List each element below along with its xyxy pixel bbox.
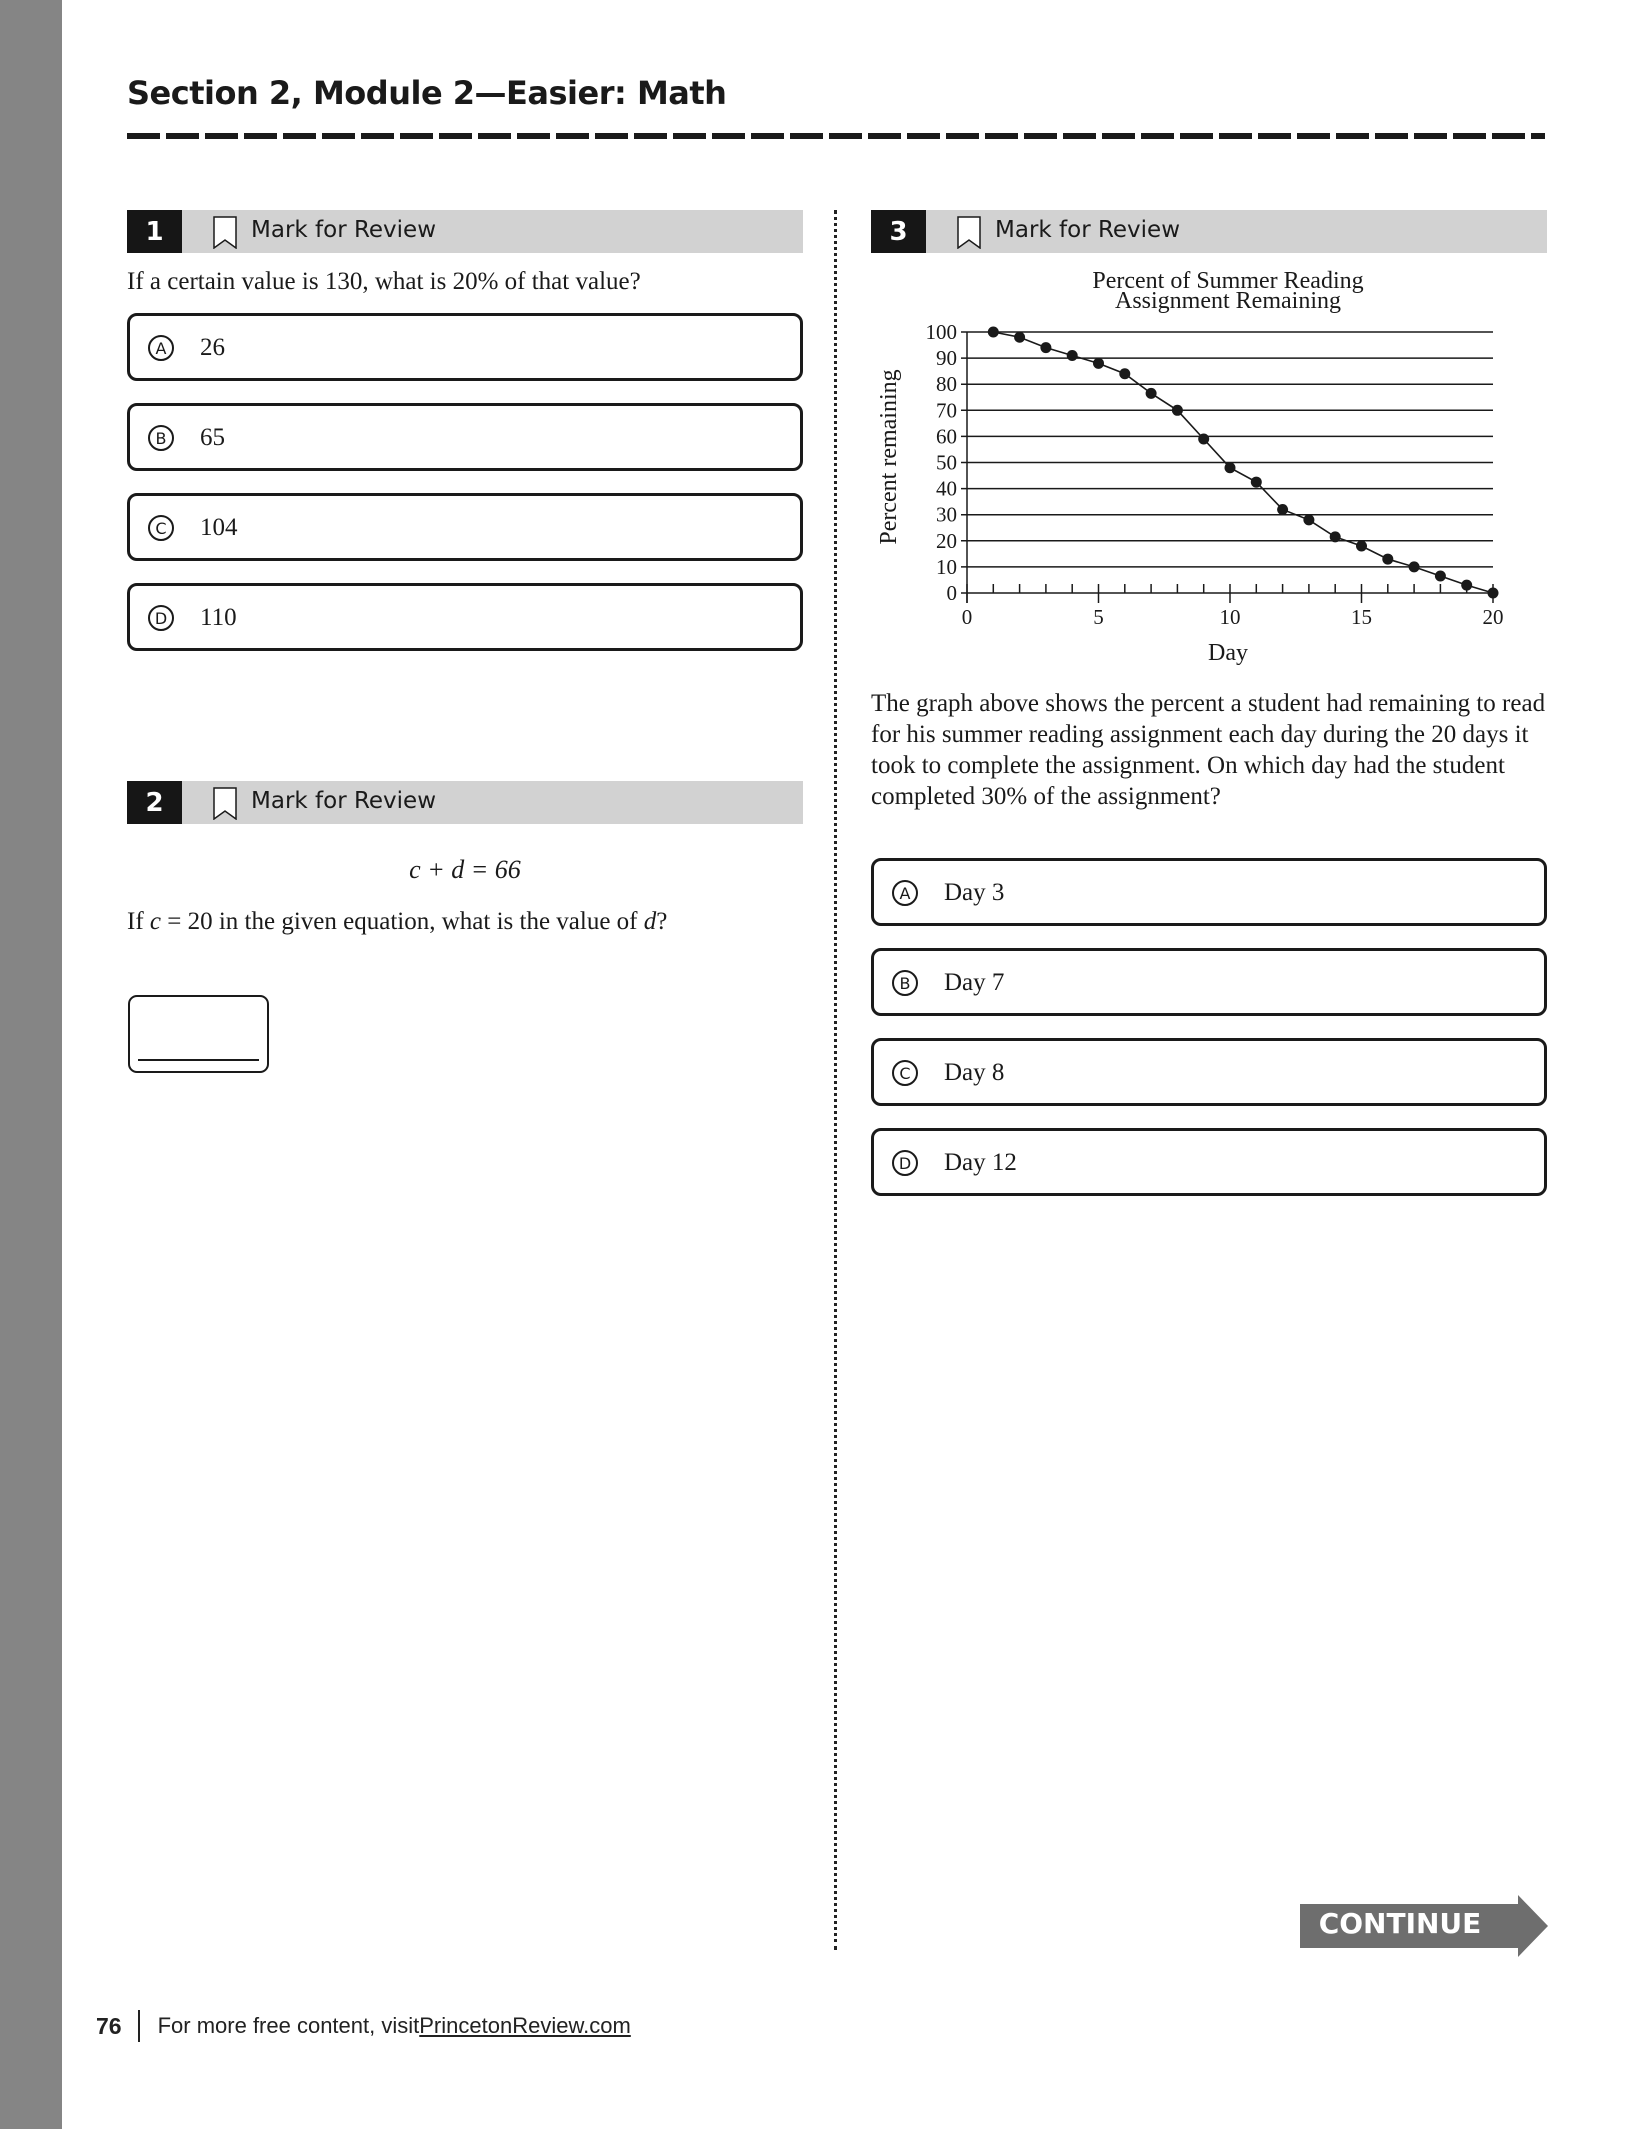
answer-underline: [138, 1059, 259, 1061]
data-point: [987, 326, 999, 338]
chart-title-line-2: Assignment Remaining: [1115, 288, 1341, 314]
y-tick-label: 100: [926, 320, 958, 344]
question-number: 1: [127, 210, 182, 253]
data-point: [1093, 357, 1104, 369]
answer-choice-b[interactable]: B 65: [127, 403, 803, 471]
choice-letter-a: A: [148, 335, 174, 361]
y-tick-label: 70: [936, 398, 957, 422]
choice-text: 65: [200, 424, 225, 451]
title-dashed-rule: [127, 133, 1545, 139]
choice-text: 110: [200, 604, 237, 631]
bookmark-icon[interactable]: [213, 216, 237, 249]
data-point: [1487, 587, 1499, 599]
choice-text: Day 7: [944, 969, 1005, 996]
continue-label: CONTINUE: [1318, 1907, 1482, 1940]
mark-for-review-button[interactable]: Mark for Review: [251, 788, 436, 814]
data-point: [1303, 514, 1315, 526]
y-tick-label: 30: [936, 503, 957, 527]
question-1-text: If a certain value is 130, what is 20% o…: [127, 268, 641, 295]
mark-for-review-button[interactable]: Mark for Review: [251, 217, 436, 243]
choice-text: Day 8: [944, 1059, 1005, 1086]
y-tick-label: 20: [936, 529, 957, 553]
data-point: [1171, 404, 1183, 416]
question-2-text: If c = 20 in the given equation, what is…: [127, 906, 667, 937]
data-point: [1014, 331, 1026, 343]
page-number: 76: [96, 2012, 122, 2039]
y-tick-label: 90: [936, 346, 957, 370]
variable-d: d: [643, 908, 657, 935]
answer-choice-d[interactable]: D 110: [127, 583, 803, 651]
answer-choice-d[interactable]: D Day 12: [871, 1128, 1547, 1196]
data-point: [1434, 570, 1446, 582]
data-point: [1145, 387, 1157, 399]
continue-button[interactable]: CONTINUE: [1300, 1895, 1548, 1957]
text-part: = 20 in the given equation, what is the …: [161, 908, 644, 935]
column-divider: [834, 210, 837, 1950]
answer-choice-c[interactable]: C 104: [127, 493, 803, 561]
x-tick-label: 15: [1351, 605, 1372, 629]
data-point: [1329, 531, 1341, 543]
y-tick-label: 80: [936, 372, 957, 396]
answer-input[interactable]: [128, 995, 269, 1073]
line-chart: Percent of Summer Reading Assignment Rem…: [876, 268, 1504, 666]
answer-choice-c[interactable]: C Day 8: [871, 1038, 1547, 1106]
choice-letter-c: C: [148, 515, 174, 541]
question-number: 2: [127, 781, 182, 824]
data-point: [1382, 553, 1394, 565]
footer-text: For more free content, visit: [157, 2013, 420, 2038]
choice-letter-b: B: [148, 425, 174, 451]
equation: c + d = 66: [127, 855, 803, 885]
bookmark-icon[interactable]: [213, 787, 237, 820]
question-3-text: The graph above shows the percent a stud…: [871, 690, 1546, 810]
y-tick-label: 10: [936, 555, 957, 579]
choice-text: Day 12: [944, 1149, 1017, 1176]
equation-text: c + d = 66: [409, 855, 521, 884]
page-footer: 76 For more free content, visit Princeto…: [96, 2010, 631, 2042]
data-point: [1119, 368, 1131, 380]
data-point: [1277, 503, 1289, 515]
choice-letter-d: D: [148, 605, 174, 631]
footer-separator: [137, 2010, 140, 2042]
x-tick-label: 0: [962, 605, 973, 629]
data-point: [1198, 433, 1210, 445]
y-tick-label: 60: [936, 424, 957, 448]
choice-text: 26: [200, 334, 225, 361]
mark-for-review-button[interactable]: Mark for Review: [995, 217, 1180, 243]
footer-link[interactable]: PrincetonReview.com: [419, 2013, 631, 2039]
data-point: [1224, 462, 1236, 474]
data-point: [1066, 349, 1078, 361]
data-point: [1250, 476, 1262, 488]
x-tick-label: 10: [1220, 605, 1241, 629]
choice-text: 104: [200, 514, 238, 541]
page-margin-bar: [0, 0, 62, 2129]
answer-choice-a[interactable]: A Day 3: [871, 858, 1547, 926]
choice-letter-c: C: [892, 1060, 918, 1086]
question-1-header: 1 Mark for Review: [127, 210, 803, 253]
bookmark-icon[interactable]: [957, 216, 981, 249]
x-tick-label: 5: [1093, 605, 1104, 629]
x-tick-label: 20: [1483, 605, 1504, 629]
question-3-header: 3 Mark for Review: [871, 210, 1547, 253]
data-point: [1040, 342, 1052, 354]
y-tick-label: 40: [936, 477, 957, 501]
data-point: [1408, 561, 1420, 573]
choice-letter-d: D: [892, 1150, 918, 1176]
answer-choice-b[interactable]: B Day 7: [871, 948, 1547, 1016]
data-point: [1461, 579, 1473, 591]
answer-choice-a[interactable]: A 26: [127, 313, 803, 381]
section-title: Section 2, Module 2—Easier: Math: [127, 74, 727, 112]
data-point: [1356, 540, 1367, 552]
text-part: ?: [656, 908, 668, 935]
choice-letter-b: B: [892, 970, 918, 996]
y-tick-label: 50: [936, 451, 957, 475]
question-2-header: 2 Mark for Review: [127, 781, 803, 824]
choice-text: Day 3: [944, 879, 1005, 906]
variable-c: c: [149, 908, 162, 935]
choice-letter-a: A: [892, 880, 918, 906]
question-number: 3: [871, 210, 926, 253]
y-tick-label: 0: [947, 581, 958, 605]
text-part: If: [127, 908, 150, 935]
y-axis-label: Percent remaining: [876, 369, 902, 544]
x-axis-label: Day: [1208, 640, 1248, 666]
